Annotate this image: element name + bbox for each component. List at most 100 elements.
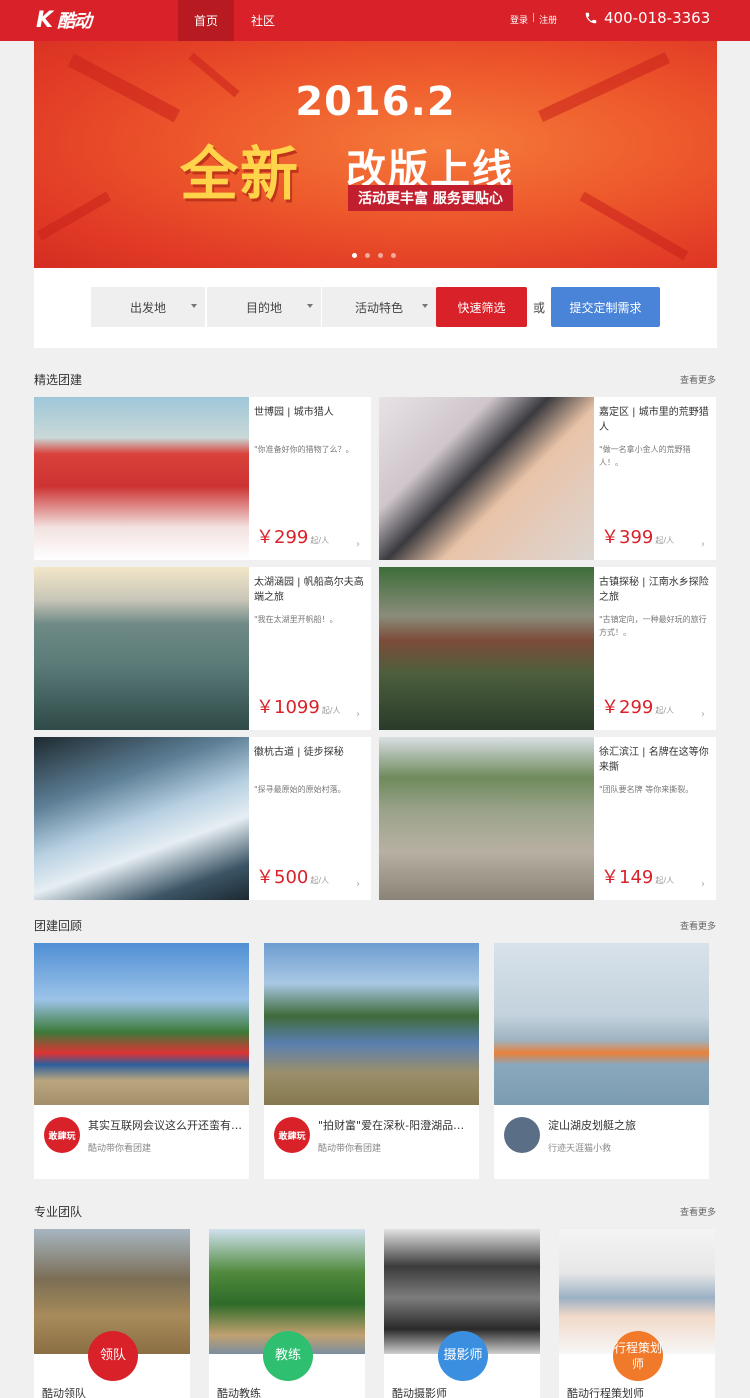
photo-kayaks	[494, 943, 709, 1105]
feature-label: 活动特色	[354, 300, 403, 315]
price-value: ￥299	[601, 697, 654, 718]
review-card[interactable]: 淀山湖皮划艇之旅 行迹天涯猫小救	[494, 943, 709, 1179]
price-value: ￥399	[601, 527, 654, 548]
team-name: 酷动领队	[42, 1387, 86, 1398]
review-sub: 酷动带你看团建	[88, 1144, 152, 1154]
team-card[interactable]: 领队 酷动领队	[34, 1229, 190, 1398]
banner-year: 2016.2	[295, 79, 456, 125]
featured-card[interactable]: 世博园 | 城市猎人 "你准备好你的猎物了么？。 ￥299 起/人 ›	[34, 397, 371, 560]
price-unit: 起/人	[310, 536, 330, 545]
card-desc: "做一名拿小金人的荒野猎人！。	[599, 445, 691, 467]
hero-banner[interactable]: 2016.2 全新 改版上线 活动更丰富 服务更贴心	[34, 41, 717, 268]
departure-label: 出发地	[129, 300, 166, 315]
role-badge: 领队	[88, 1331, 138, 1381]
caret-down-icon	[191, 304, 197, 308]
caret-down-icon	[307, 304, 313, 308]
photo-team-red-shirts	[34, 397, 249, 560]
login-link[interactable]: 登录	[510, 13, 528, 26]
card-desc: "探寻最原始的原始村落。	[254, 785, 346, 794]
section-title-team: 专业团队	[34, 1205, 83, 1219]
phone-number: 400-018-3363	[604, 9, 711, 27]
card-title: 古镇探秘 | 江南水乡探险之旅	[599, 577, 709, 603]
register-link[interactable]: 注册	[539, 13, 557, 26]
carousel-dots	[352, 253, 396, 258]
chevron-right-icon: ›	[356, 879, 360, 890]
destination-label: 目的地	[245, 300, 282, 315]
role-badge: 教练	[263, 1331, 313, 1381]
review-sub: 酷动带你看团建	[318, 1144, 382, 1154]
price-value: ￥500	[256, 867, 309, 888]
photo-ancient-town	[379, 567, 594, 730]
featured-card[interactable]: 嘉定区 | 城市里的荒野猎人 "做一名拿小金人的荒野猎人！。 ￥399 起/人 ›	[379, 397, 716, 560]
banner-headline-new: 全新	[180, 140, 301, 208]
more-link-featured[interactable]: 查看更多	[680, 373, 716, 386]
carousel-dot[interactable]	[352, 253, 357, 258]
price-value: ￥1099	[256, 697, 320, 718]
logo-k: K	[36, 7, 54, 33]
featured-card[interactable]: 徽杭古道 | 徒步探秘 "探寻最原始的原始村落。 ￥500 起/人 ›	[34, 737, 371, 900]
card-title: 太湖涵园 | 帆船高尔夫高端之旅	[254, 577, 364, 603]
card-price: ￥149 起/人	[601, 863, 674, 889]
featured-card[interactable]: 古镇探秘 | 江南水乡探险之旅 "古镇定向，一种最好玩的旅行方式！。 ￥299 起…	[379, 567, 716, 730]
price-unit: 起/人	[655, 706, 675, 715]
custom-request-button[interactable]: 提交定制需求	[551, 287, 660, 327]
photo-group-banner	[264, 943, 479, 1105]
team-name: 酷动摄影师	[392, 1387, 447, 1398]
card-title: 徽杭古道 | 徒步探秘	[254, 747, 344, 758]
role-badge: 摄影师	[438, 1331, 488, 1381]
or-text: 或	[533, 301, 546, 315]
chevron-right-icon: ›	[701, 879, 705, 890]
review-title: 其实互联网会议这么开还蛮有趣...	[88, 1119, 244, 1132]
chevron-right-icon: ›	[356, 709, 360, 720]
destination-select[interactable]: 目的地	[207, 287, 321, 327]
card-desc: "你准备好你的猎物了么？。	[254, 445, 354, 454]
carousel-dot[interactable]	[391, 253, 396, 258]
phone-icon	[585, 12, 597, 24]
card-title: 徐汇滨江 | 名牌在这等你来撕	[599, 747, 709, 773]
filter-bar: 出发地 目的地 活动特色 快速筛选 或 提交定制需求	[34, 268, 717, 348]
section-title-featured: 精选团建	[34, 373, 83, 387]
nav-home[interactable]: 首页	[178, 0, 234, 41]
price-unit: 起/人	[655, 876, 675, 885]
avatar-photo	[504, 1117, 540, 1153]
team-name: 酷动教练	[217, 1387, 261, 1398]
card-price: ￥299 起/人	[601, 693, 674, 719]
photo-mountain-hike	[34, 737, 249, 900]
section-title-review: 团建回顾	[34, 919, 83, 933]
review-card[interactable]: 敢肆玩 "拍财富"爱在深秋-阳澄湖品蟹之旅 酷动带你看团建	[264, 943, 479, 1179]
team-card[interactable]: 行程策划师 酷动行程策划师	[559, 1229, 715, 1398]
hotline[interactable]: 400-018-3363	[584, 9, 710, 27]
auth-links: 登录 | 注册	[510, 13, 557, 26]
price-unit: 起/人	[321, 706, 341, 715]
price-value: ￥299	[256, 527, 309, 548]
card-title: 嘉定区 | 城市里的荒野猎人	[599, 407, 709, 433]
chevron-right-icon: ›	[701, 709, 705, 720]
card-price: ￥1099 起/人	[256, 693, 341, 719]
quick-filter-button[interactable]: 快速筛选	[436, 287, 527, 327]
logo[interactable]: K 酷动	[36, 6, 92, 34]
photo-archery	[379, 397, 594, 560]
photo-marina	[34, 567, 249, 730]
featured-card[interactable]: 徐汇滨江 | 名牌在这等你来撕 "团队要名牌 等你来撕裂。 ￥149 起/人 ›	[379, 737, 716, 900]
feature-select[interactable]: 活动特色	[322, 287, 436, 327]
more-link-team[interactable]: 查看更多	[680, 1205, 716, 1218]
team-card[interactable]: 教练 酷动教练	[209, 1229, 365, 1398]
carousel-dot[interactable]	[378, 253, 383, 258]
auth-separator: |	[532, 13, 536, 23]
carousel-dot[interactable]	[365, 253, 370, 258]
nav-community[interactable]: 社区	[240, 0, 286, 41]
review-title: 淀山湖皮划艇之旅	[548, 1119, 636, 1132]
featured-card[interactable]: 太湖涵园 | 帆船高尔夫高端之旅 "我在太湖里开帆船！。 ￥1099 起/人 ›	[34, 567, 371, 730]
price-unit: 起/人	[655, 536, 675, 545]
departure-select[interactable]: 出发地	[91, 287, 205, 327]
banner-subline: 活动更丰富 服务更贴心	[348, 185, 513, 211]
card-desc: "古镇定向，一种最好玩的旅行方式！。	[599, 615, 707, 637]
review-card[interactable]: 敢肆玩 其实互联网会议这么开还蛮有趣... 酷动带你看团建	[34, 943, 249, 1179]
photo-riverside-run	[379, 737, 594, 900]
card-desc: "我在太湖里开帆船！。	[254, 615, 338, 624]
team-card[interactable]: 摄影师 酷动摄影师	[384, 1229, 540, 1398]
more-link-review[interactable]: 查看更多	[680, 919, 716, 932]
top-navbar: K 酷动 首页 社区 登录 | 注册 400-018-3363	[0, 0, 750, 41]
role-badge: 行程策划师	[613, 1331, 663, 1381]
card-desc: "团队要名牌 等你来撕裂。	[599, 785, 694, 794]
